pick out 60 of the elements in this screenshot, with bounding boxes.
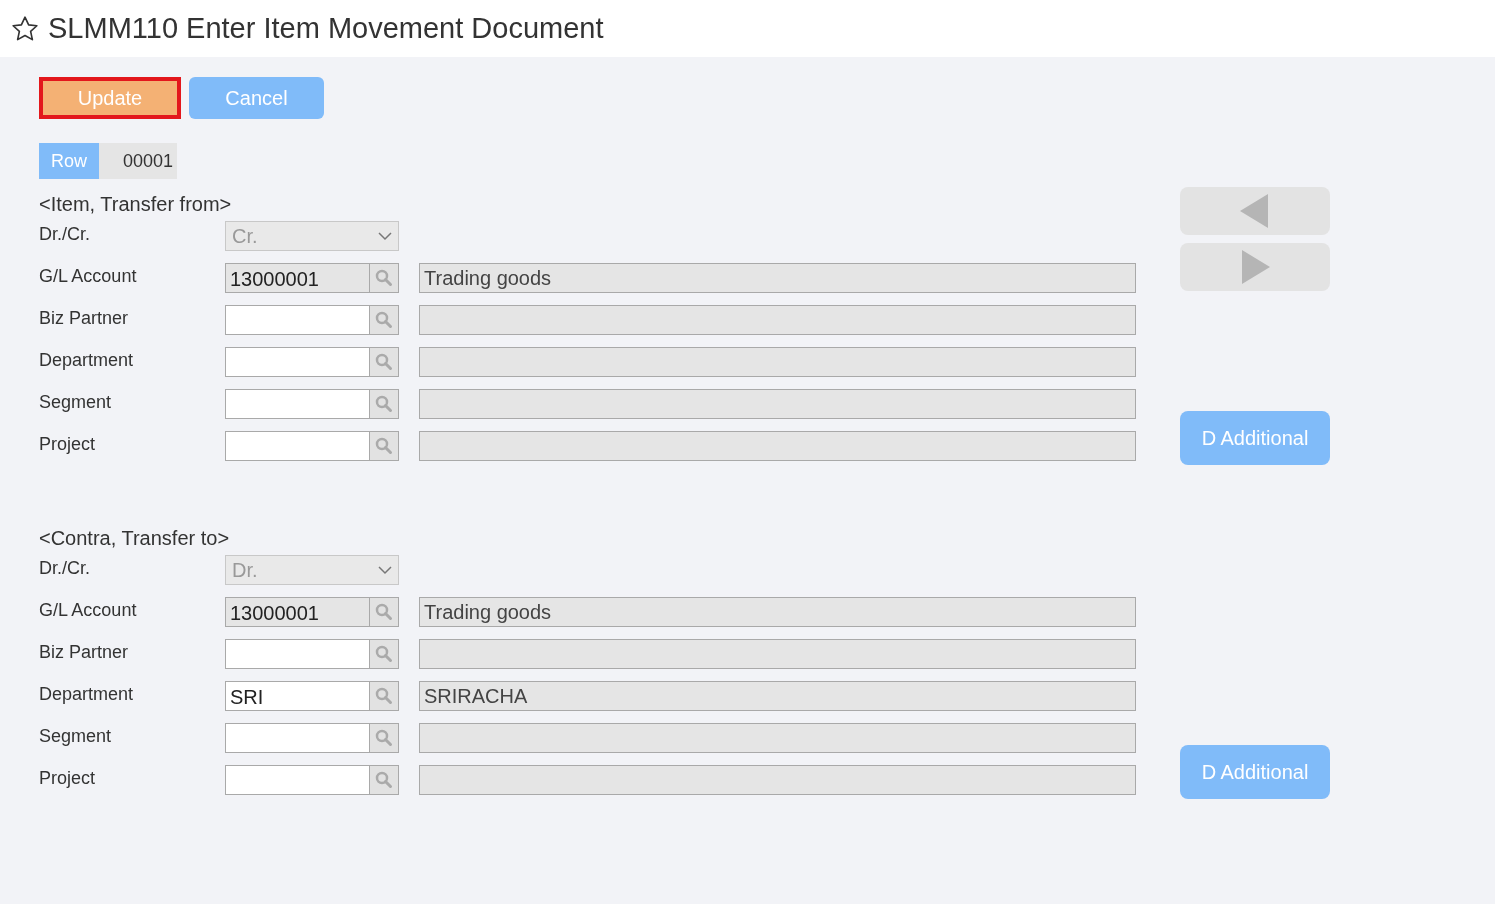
chevron-down-icon <box>378 231 392 241</box>
left-triangle-icon <box>1240 194 1270 228</box>
magnifier-icon <box>375 771 393 789</box>
input-field[interactable] <box>225 639 370 669</box>
search-button[interactable] <box>370 681 399 711</box>
magnifier-icon <box>375 645 393 663</box>
field-label: Biz Partner <box>39 641 130 664</box>
input-field[interactable]: SRI <box>225 681 370 711</box>
page-title: SLMM110 Enter Item Movement Document <box>48 10 604 46</box>
field-label: G/L Account <box>39 265 138 288</box>
input-field[interactable] <box>225 347 370 377</box>
section-heading: <Item, Transfer from> <box>39 192 233 217</box>
magnifier-icon <box>375 353 393 371</box>
field-label: Department <box>39 349 135 372</box>
field-label: Project <box>39 433 97 456</box>
magnifier-icon <box>375 729 393 747</box>
row-label: Row <box>39 143 99 179</box>
row-number: 00001 <box>99 143 177 179</box>
input-field[interactable]: 13000001 <box>225 597 370 627</box>
field-label: Segment <box>39 391 113 414</box>
search-button[interactable] <box>370 723 399 753</box>
section-heading: <Contra, Transfer to> <box>39 526 231 551</box>
input-field[interactable] <box>225 431 370 461</box>
field-label: G/L Account <box>39 599 138 622</box>
chevron-down-icon <box>378 565 392 575</box>
right-triangle-icon <box>1240 250 1270 284</box>
additional-button[interactable]: D Additional <box>1180 411 1330 465</box>
magnifier-icon <box>375 603 393 621</box>
field-label: Department <box>39 683 135 706</box>
description-field: Trading goods <box>419 597 1136 627</box>
search-button[interactable] <box>370 263 399 293</box>
magnifier-icon <box>375 395 393 413</box>
input-field[interactable] <box>225 723 370 753</box>
input-field[interactable] <box>225 765 370 795</box>
search-button[interactable] <box>370 347 399 377</box>
previous-button[interactable] <box>1180 187 1330 235</box>
magnifier-icon <box>375 311 393 329</box>
input-field[interactable] <box>225 305 370 335</box>
description-field: SRIRACHA <box>419 681 1136 711</box>
field-label: Dr./Cr. <box>39 223 91 246</box>
search-button[interactable] <box>370 639 399 669</box>
field-label: Dr./Cr. <box>39 557 91 580</box>
search-button[interactable] <box>370 431 399 461</box>
field-label: Project <box>39 767 97 790</box>
next-button[interactable] <box>1180 243 1330 291</box>
search-button[interactable] <box>370 389 399 419</box>
search-button[interactable] <box>370 597 399 627</box>
field-label: Biz Partner <box>39 307 130 330</box>
description-field: Trading goods <box>419 263 1136 293</box>
additional-button[interactable]: D Additional <box>1180 745 1330 799</box>
search-button[interactable] <box>370 305 399 335</box>
cancel-button[interactable]: Cancel <box>189 77 324 119</box>
magnifier-icon <box>375 269 393 287</box>
update-button[interactable]: Update <box>39 77 181 119</box>
input-field[interactable] <box>225 389 370 419</box>
magnifier-icon <box>375 437 393 455</box>
magnifier-icon <box>375 687 393 705</box>
search-button[interactable] <box>370 765 399 795</box>
input-field[interactable]: 13000001 <box>225 263 370 293</box>
field-label: Segment <box>39 725 113 748</box>
